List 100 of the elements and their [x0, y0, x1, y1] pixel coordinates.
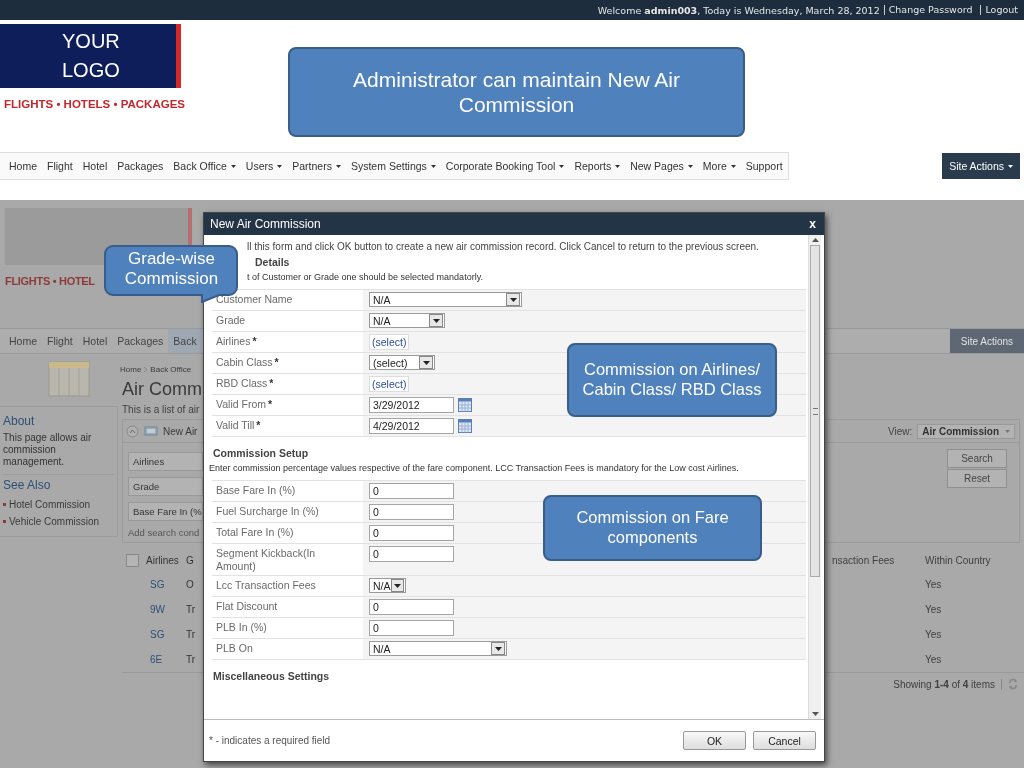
- select-field[interactable]: N/A: [369, 641, 507, 656]
- field-label: Segment Kickback(In Amount): [216, 547, 317, 573]
- section-note: Enter commission percentage values respective of the fare component. LCC Transaction Fees is mandatory for the Low cost Airlines.: [209, 462, 740, 475]
- required-mark: *: [268, 398, 273, 410]
- nav-item[interactable]: Hotel: [77, 329, 113, 353]
- input-field[interactable]: 0: [369, 599, 454, 615]
- nav-item[interactable]: More: [697, 160, 741, 172]
- required-mark: *: [274, 356, 279, 368]
- scrollbar[interactable]: [808, 235, 821, 719]
- field-label: Lcc Transaction Fees: [216, 579, 316, 592]
- input-field[interactable]: 0: [369, 546, 454, 562]
- caret-icon: [335, 164, 341, 168]
- header-link[interactable]: Change Password: [883, 5, 977, 15]
- caret-icon: [230, 164, 236, 168]
- nav-item[interactable]: System Settings: [345, 160, 441, 172]
- select-field[interactable]: N/A: [369, 292, 522, 307]
- nav-item[interactable]: Home: [4, 329, 42, 353]
- sidebar-heading: See Also: [3, 478, 52, 492]
- required-mark: *: [256, 419, 261, 431]
- nav-item[interactable]: Packages: [112, 160, 169, 172]
- required-mark: *: [252, 335, 257, 347]
- nav-item[interactable]: Flight: [42, 329, 78, 353]
- filter-field[interactable]: Base Fare In (%: [128, 502, 203, 521]
- view-dropdown[interactable]: Air Commission: [917, 423, 1015, 439]
- logo: YOUR LOGO: [0, 24, 181, 88]
- breadcrumb-link[interactable]: Home: [120, 364, 142, 374]
- section-heading: Commission Setup: [212, 446, 310, 459]
- select-field[interactable]: N/A: [369, 578, 406, 593]
- nav-item[interactable]: Home: [4, 160, 42, 172]
- field-label: Total Fare In (%): [216, 526, 294, 539]
- date-field[interactable]: 4/29/2012: [369, 418, 454, 434]
- table-cell: Yes: [925, 629, 942, 640]
- tagline: FLIGHTS • HOTEL: [5, 275, 95, 287]
- nav-item[interactable]: Back: [168, 329, 202, 353]
- sidebar-text: This page allows air commission management.: [3, 432, 114, 475]
- field-label: Cabin Class: [216, 356, 273, 369]
- nav-item[interactable]: Back Office: [168, 160, 241, 172]
- close-button[interactable]: x: [807, 217, 818, 231]
- nav-item[interactable]: Reports: [569, 160, 626, 172]
- nav-item[interactable]: Packages: [112, 329, 169, 353]
- calendar-icon[interactable]: [458, 398, 472, 412]
- caret-icon: [559, 164, 565, 168]
- table-cell: Tr: [186, 604, 196, 615]
- caret-icon: [494, 646, 502, 651]
- collapse-icon[interactable]: [126, 424, 139, 438]
- input-field[interactable]: 0: [369, 525, 454, 541]
- checkbox[interactable]: [126, 553, 139, 567]
- column-header[interactable]: G: [186, 554, 194, 566]
- header-link[interactable]: Logout: [980, 5, 1018, 15]
- nav-item[interactable]: Partners: [287, 160, 346, 172]
- paging-text: Showing 1-4 of 4 items: [893, 678, 1002, 690]
- site-actions-button[interactable]: Site Actions: [942, 153, 1020, 179]
- cancel-button[interactable]: Cancel: [753, 731, 816, 750]
- select-link[interactable]: (select): [369, 376, 410, 392]
- nav-item[interactable]: Hotel: [77, 160, 113, 172]
- breadcrumb-link[interactable]: Back Office: [150, 364, 192, 374]
- input-field[interactable]: 0: [369, 483, 454, 499]
- field-label: Airlines: [216, 335, 251, 348]
- filter-field[interactable]: Airlines: [128, 452, 203, 471]
- field-label: Valid From: [216, 398, 266, 411]
- scroll-up-icon[interactable]: [811, 238, 819, 242]
- select-field[interactable]: (select): [369, 355, 435, 370]
- caret-icon: [393, 583, 401, 588]
- calendar-icon[interactable]: [458, 419, 472, 433]
- filter-field[interactable]: Grade: [128, 477, 203, 496]
- input-field[interactable]: 0: [369, 620, 454, 636]
- input-field[interactable]: 0: [369, 504, 454, 520]
- table-cell-text: SG: [149, 579, 166, 590]
- date-field[interactable]: 3/29/2012: [369, 397, 454, 413]
- nav-item[interactable]: New Pages: [625, 160, 698, 172]
- caret-icon: [730, 164, 736, 168]
- nav-item[interactable]: Support: [740, 160, 788, 172]
- column-header[interactable]: nsaction Fees: [832, 554, 925, 566]
- nav-item[interactable]: Corporate Booking Tool: [440, 160, 570, 172]
- caret-icon: [422, 360, 430, 365]
- sidebar-link[interactable]: Vehicle Commission: [3, 513, 114, 530]
- select-link[interactable]: (select): [369, 334, 410, 350]
- table-cell: Yes: [925, 654, 942, 665]
- column-header[interactable]: Airlines: [146, 554, 186, 566]
- nav-item[interactable]: Flight: [42, 160, 78, 172]
- nav-item[interactable]: Users: [240, 160, 288, 172]
- search-button[interactable]: Search: [947, 449, 1007, 468]
- field-label: Grade: [216, 314, 246, 327]
- table-cell: Yes: [925, 604, 942, 615]
- section-heading: Miscellaneous Settings: [212, 669, 331, 682]
- ok-button[interactable]: OK: [683, 731, 746, 750]
- callout: Commission on Airlines/ Cabin Class/ RBD Class: [567, 343, 777, 417]
- field-label: Valid Till: [216, 419, 255, 432]
- caret-icon: [509, 297, 517, 302]
- table-icon: [47, 360, 91, 400]
- reset-button[interactable]: Reset: [947, 469, 1007, 488]
- sidebar-link[interactable]: Hotel Commission: [3, 496, 114, 513]
- welcome-text: Welcome admin003, Today is Wednesday, March 28, 2012: [597, 4, 880, 16]
- scroll-down-icon[interactable]: [811, 712, 819, 716]
- page-title: Air Comm: [122, 378, 203, 401]
- caret-icon: [432, 318, 440, 323]
- site-actions-button[interactable]: Site Actions: [950, 329, 1024, 353]
- chevron-icon: [143, 365, 149, 373]
- column-header[interactable]: Within Country: [925, 554, 991, 566]
- select-field[interactable]: N/A: [369, 313, 445, 328]
